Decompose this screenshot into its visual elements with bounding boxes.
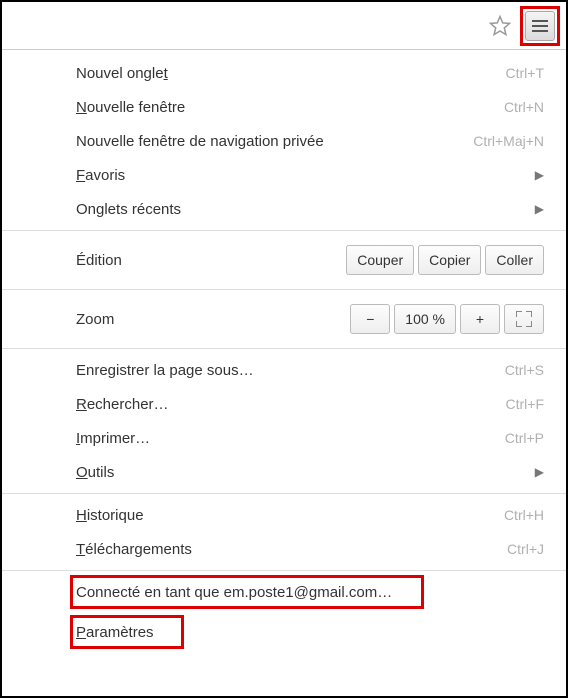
divider xyxy=(2,289,566,290)
menu-tools[interactable]: Outils ▶ xyxy=(2,455,566,489)
menu-label: Nouvelle fenêtre xyxy=(76,99,492,116)
hamburger-icon xyxy=(532,20,548,32)
zoom-in-button[interactable]: + xyxy=(460,304,500,334)
menu-label: Nouvelle fenêtre de navigation privée xyxy=(76,133,461,150)
menu-new-private-window[interactable]: Nouvelle fenêtre de navigation privée Ct… xyxy=(2,124,566,158)
bookmark-star-icon[interactable] xyxy=(486,12,514,40)
shortcut: Ctrl+T xyxy=(506,65,545,81)
menu-new-tab[interactable]: Nouvel onglet Ctrl+T xyxy=(2,56,566,90)
menu-zoom-row: Zoom − 100 % + xyxy=(2,294,566,344)
menu-favorites[interactable]: Favoris ▶ xyxy=(2,158,566,192)
shortcut: Ctrl+Maj+N xyxy=(473,133,544,149)
menu-label: Favoris xyxy=(76,167,523,184)
fullscreen-icon xyxy=(516,311,532,327)
shortcut: Ctrl+N xyxy=(504,99,544,115)
edition-buttons: Couper Copier Coller xyxy=(346,245,544,275)
menu-history[interactable]: Historique Ctrl+H xyxy=(2,498,566,532)
copy-button[interactable]: Copier xyxy=(418,245,481,275)
menu-print[interactable]: Imprimer… Ctrl+P xyxy=(2,421,566,455)
zoom-buttons: − 100 % + xyxy=(350,304,544,334)
shortcut: Ctrl+P xyxy=(505,430,544,446)
menu-label: Imprimer… xyxy=(76,430,493,447)
menu-label: Téléchargements xyxy=(76,541,495,558)
divider xyxy=(2,493,566,494)
chevron-right-icon: ▶ xyxy=(535,168,544,182)
shortcut: Ctrl+J xyxy=(507,541,544,557)
shortcut: Ctrl+H xyxy=(504,507,544,523)
menu-downloads[interactable]: Téléchargements Ctrl+J xyxy=(2,532,566,566)
chevron-right-icon: ▶ xyxy=(535,465,544,479)
zoom-out-button[interactable]: − xyxy=(350,304,390,334)
menu-label: Enregistrer la page sous… xyxy=(76,362,493,379)
menu-recent-tabs[interactable]: Onglets récents ▶ xyxy=(2,192,566,226)
menu-label: Nouvel onglet xyxy=(76,65,494,82)
cut-button[interactable]: Couper xyxy=(346,245,414,275)
menu-label: Historique xyxy=(76,507,492,524)
menu-label: Connecté en tant que em.poste1@gmail.com… xyxy=(76,584,544,601)
menu-label: Outils xyxy=(76,464,523,481)
menu-edition-row: Édition Couper Copier Coller xyxy=(2,235,566,285)
top-bar xyxy=(2,2,566,50)
menu-find[interactable]: Rechercher… Ctrl+F xyxy=(2,387,566,421)
divider xyxy=(2,230,566,231)
menu-connected-as[interactable]: Connecté en tant que em.poste1@gmail.com… xyxy=(2,575,566,609)
hamburger-highlight xyxy=(520,6,560,46)
menu-label: Édition xyxy=(76,252,338,269)
menu-label: Zoom xyxy=(76,311,342,328)
shortcut: Ctrl+S xyxy=(505,362,544,378)
chevron-right-icon: ▶ xyxy=(535,202,544,216)
divider xyxy=(2,570,566,571)
paste-button[interactable]: Coller xyxy=(485,245,544,275)
menu-save-page[interactable]: Enregistrer la page sous… Ctrl+S xyxy=(2,353,566,387)
menu-label: Onglets récents xyxy=(76,201,523,218)
menu-label: Rechercher… xyxy=(76,396,494,413)
menu-label: Paramètres xyxy=(76,624,544,641)
menu-new-window[interactable]: Nouvelle fenêtre Ctrl+N xyxy=(2,90,566,124)
main-menu: Nouvel onglet Ctrl+T Nouvelle fenêtre Ct… xyxy=(2,50,566,649)
main-menu-button[interactable] xyxy=(525,11,555,41)
zoom-value: 100 % xyxy=(394,304,456,334)
divider xyxy=(2,348,566,349)
menu-settings[interactable]: Paramètres xyxy=(2,615,566,649)
shortcut: Ctrl+F xyxy=(506,396,545,412)
fullscreen-button[interactable] xyxy=(504,304,544,334)
